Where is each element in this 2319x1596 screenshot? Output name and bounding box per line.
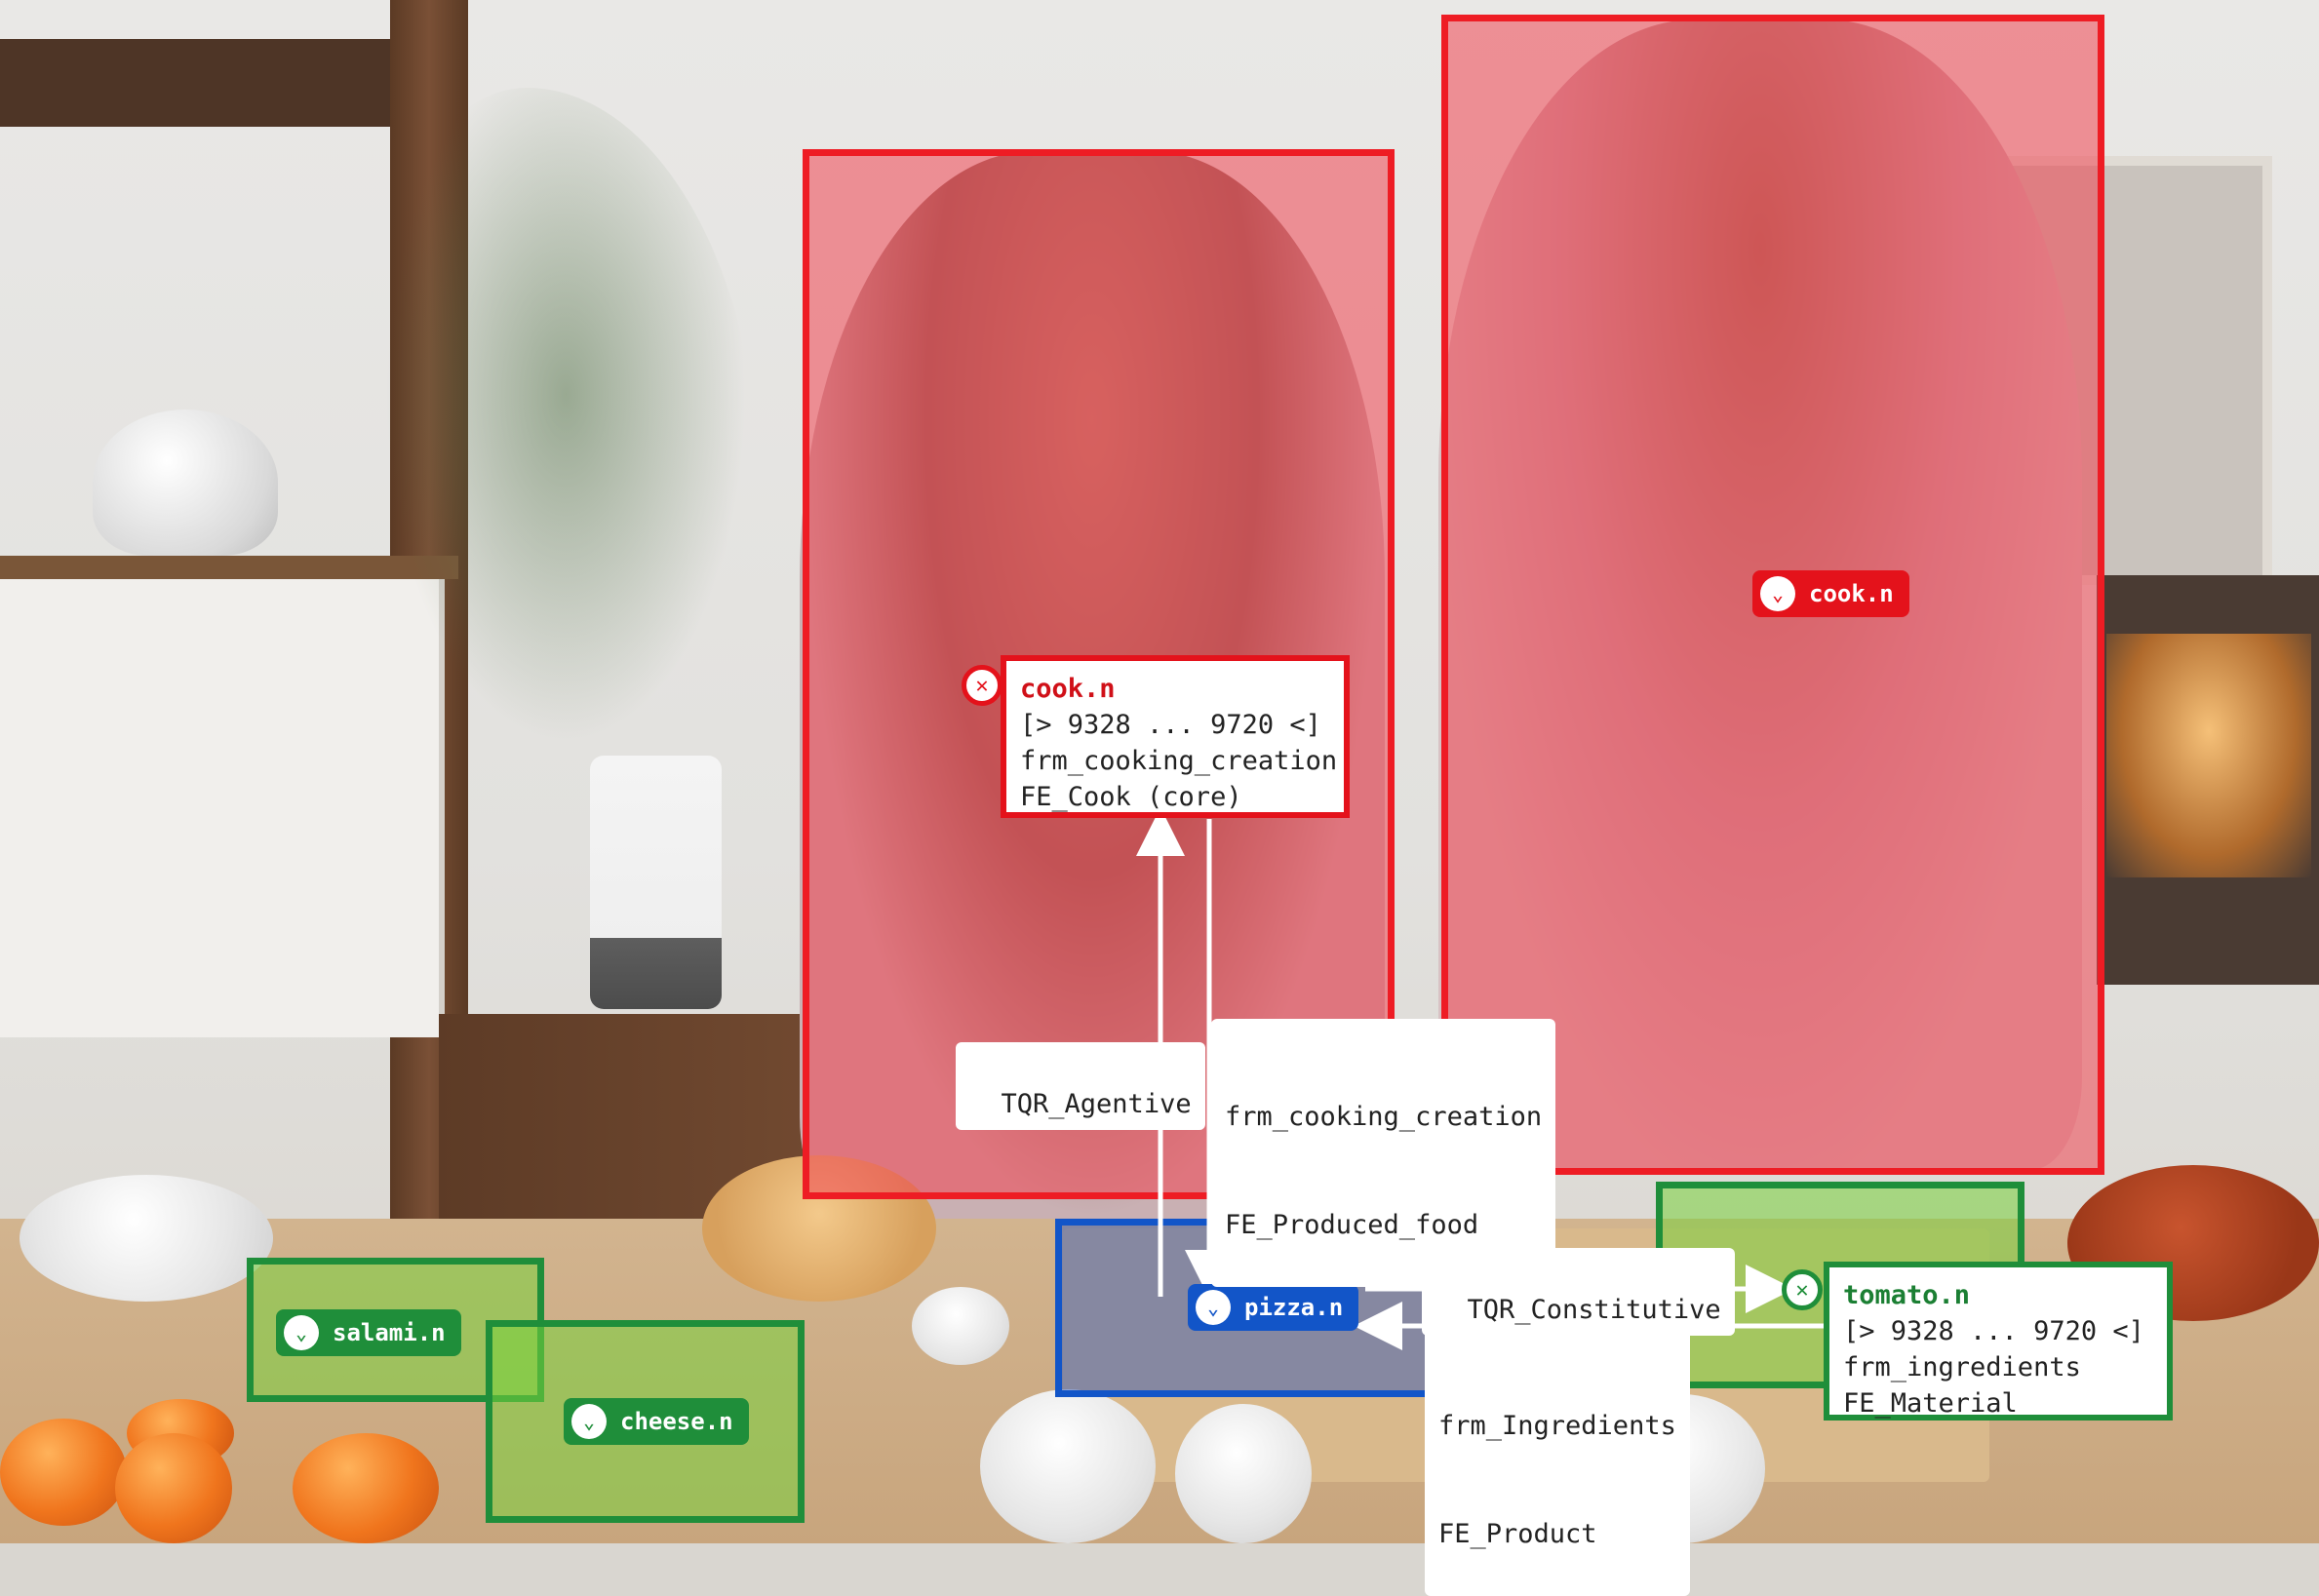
tag-cook-right[interactable]: ⌄ cook.n (1752, 570, 1909, 617)
card-element: FE_Material (1843, 1388, 2018, 1419)
tag-salami[interactable]: ⌄ salami.n (276, 1309, 461, 1356)
edge-text: TQR_Agentive (1001, 1089, 1192, 1119)
edge-text: TQR_Constitutive (1467, 1295, 1721, 1325)
tag-label: cheese.n (620, 1408, 733, 1435)
card-title: tomato.n (1843, 1280, 1971, 1310)
edge-label-produced-food: frm_cooking_creation FE_Produced_food (1211, 1019, 1556, 1287)
tag-label: pizza.n (1244, 1294, 1344, 1321)
edge-label-ingredients: frm_Ingredients FE_Product (1425, 1328, 1690, 1596)
card-span: [> 9328 ... 9720 <] (1843, 1316, 2144, 1346)
card-frame: frm_cooking_creation (1020, 746, 1338, 776)
edge-frame: frm_Ingredients (1438, 1411, 1676, 1441)
tag-pizza[interactable]: ⌄ pizza.n (1188, 1284, 1359, 1331)
tag-cheese[interactable]: ⌄ cheese.n (564, 1398, 749, 1445)
close-icon[interactable]: ✕ (1782, 1269, 1823, 1310)
chevron-down-icon[interactable]: ⌄ (1760, 576, 1795, 611)
tag-label: cook.n (1809, 580, 1894, 607)
edge-element: FE_Produced_food (1225, 1210, 1479, 1240)
detail-card-tomato: tomato.n [> 9328 ... 9720 <] frm_ingredi… (1824, 1262, 2173, 1421)
edge-frame: frm_cooking_creation (1225, 1102, 1543, 1132)
detail-card-cook: cook.n [> 9328 ... 9720 <] frm_cooking_c… (1001, 655, 1350, 818)
tag-label: salami.n (333, 1319, 446, 1346)
close-icon[interactable]: ✕ (962, 665, 1002, 706)
card-frame: frm_ingredients (1843, 1352, 2081, 1382)
chevron-down-icon[interactable]: ⌄ (571, 1404, 607, 1439)
chevron-down-icon[interactable]: ⌄ (1196, 1290, 1231, 1325)
card-title: cook.n (1020, 674, 1116, 704)
card-span: [> 9328 ... 9720 <] (1020, 710, 1321, 740)
chevron-down-icon[interactable]: ⌄ (284, 1315, 319, 1350)
edge-element: FE_Product (1438, 1519, 1597, 1549)
edge-label-agentive: TQR_Agentive (956, 1042, 1205, 1130)
edge-label-constitutive: TQR_Constitutive (1422, 1248, 1735, 1336)
card-element: FE_Cook (core) (1020, 782, 1242, 812)
